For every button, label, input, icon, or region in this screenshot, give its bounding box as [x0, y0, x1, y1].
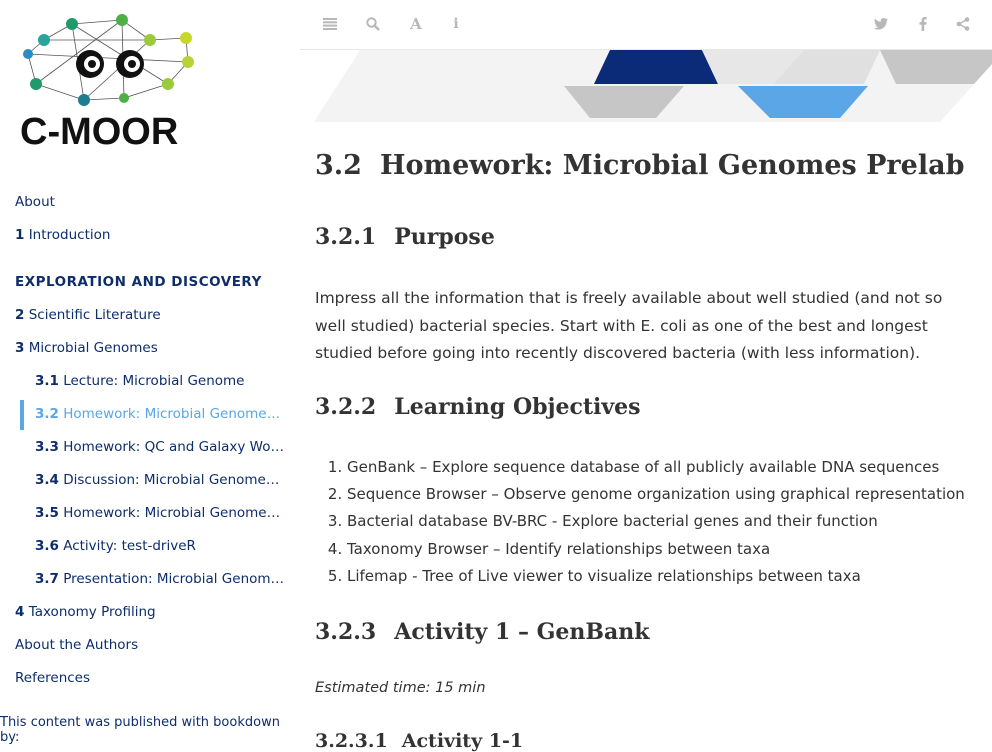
list-item: GenBank – Explore sequence database of a…: [347, 454, 992, 481]
subsection-heading: 3.2.3.1 Activity 1-1: [315, 730, 524, 752]
sidebar-item-homework-microbial-genomes-pr[interactable]: 3.2 Homework: Microbial Genomes Pr...: [0, 400, 285, 433]
info-icon[interactable]: i: [446, 14, 466, 34]
sidebar-item-references[interactable]: References: [0, 664, 285, 697]
sidebar-item-activity-test-driver[interactable]: 3.6 Activity: test-driveR: [0, 532, 285, 565]
header-banner: [314, 50, 992, 122]
list-item: Sequence Browser – Observe genome organi…: [347, 481, 992, 508]
list-item: Bacterial database BV-BRC - Explore bact…: [347, 508, 992, 535]
purpose-text: Impress all the information that is free…: [315, 289, 943, 362]
toc-number: 4: [15, 604, 25, 620]
sidebar-item-homework-microbial-genomes-pr[interactable]: 3.5 Homework: Microbial Genomes Pr...: [0, 499, 285, 532]
sidebar-item-microbial-genomes[interactable]: 3 Microbial Genomes: [0, 334, 285, 367]
toc-number: 3.5: [35, 505, 59, 521]
sidebar-item-about-the-authors[interactable]: About the Authors: [0, 631, 285, 664]
activity-heading: 3.2.3 Activity 1 – GenBank: [315, 619, 650, 645]
objectives-heading: 3.2.2 Learning Objectives: [315, 394, 641, 420]
toc-label: Lecture: Microbial Genome: [63, 373, 245, 389]
sidebar-item-discussion-microbial-genomes-p[interactable]: 3.4 Discussion: Microbial Genomes P...: [0, 466, 285, 499]
toc-number: 3.1: [35, 373, 59, 389]
font-icon[interactable]: A: [406, 14, 426, 34]
twitter-icon[interactable]: [871, 14, 891, 34]
purpose-heading: 3.2.1 Purpose: [315, 224, 495, 250]
sidebar-item-presentation-microbial-genomes[interactable]: 3.7 Presentation: Microbial Genomes ...: [0, 565, 285, 598]
toc-label: Homework: QC and Galaxy Workfl...: [63, 439, 285, 455]
sidebar-item-about[interactable]: About: [0, 188, 285, 221]
toc-label: Discussion: Microbial Genomes P...: [63, 472, 285, 488]
toc-label: About: [15, 194, 55, 210]
sidebar: C-MOOR About 1 Introduction EXPLORATION AN…: [0, 0, 300, 744]
sidebar-item-introduction[interactable]: 1 Introduction: [0, 221, 285, 254]
toc-label: Homework: Microbial Genomes Pr...: [63, 406, 285, 422]
sidebar-item-lecture-microbial-genome[interactable]: 3.1 Lecture: Microbial Genome: [0, 367, 285, 400]
toc-label: Microbial Genomes: [28, 340, 158, 356]
toc-number: 3.3: [35, 439, 59, 455]
toc-label: Homework: Microbial Genomes Pr...: [63, 505, 285, 521]
toc-number: 3.6: [35, 538, 59, 554]
svg-text:C-MOOR: C-MOOR: [20, 111, 178, 152]
toc-label: About the Authors: [15, 637, 139, 653]
toolbar: A i: [300, 0, 992, 50]
sidebar-item-homework-qc-and-galaxy-workfl[interactable]: 3.3 Homework: QC and Galaxy Workfl...: [0, 433, 285, 466]
sidebar-item-scientific-literature[interactable]: 2 Scientific Literature: [0, 301, 285, 334]
toc-label: Activity: test-driveR: [63, 538, 196, 554]
toc-label: Scientific Literature: [28, 307, 161, 323]
toc-label: References: [15, 670, 91, 686]
toc-number: 1: [15, 227, 25, 243]
toc-number: 2: [15, 307, 25, 323]
published-with-text: This content was published with bookdown…: [0, 715, 280, 744]
page-title: 3.2 Homework: Microbial Genomes Prelab: [315, 150, 965, 181]
c-moor-logo[interactable]: C-MOOR: [18, 12, 208, 152]
toc-number: 3.7: [35, 571, 59, 587]
list-item: Lifemap - Tree of Live viewer to visuali…: [347, 563, 992, 590]
list-item: Taxonomy Browser – Identify relationship…: [347, 536, 992, 563]
toc-part-header: EXPLORATION AND DISCOVERY: [0, 268, 300, 301]
sidebar-item-taxonomy-profiling[interactable]: 4 Taxonomy Profiling: [0, 598, 285, 631]
toc-label: EXPLORATION AND DISCOVERY: [15, 274, 262, 290]
toc-number: 3: [15, 340, 25, 356]
objectives-list: GenBank – Explore sequence database of a…: [315, 454, 992, 590]
toc-label: Taxonomy Profiling: [28, 604, 156, 620]
facebook-icon[interactable]: [913, 14, 933, 34]
share-icon[interactable]: [953, 14, 973, 34]
table-of-contents: About 1 Introduction EXPLORATION AND DISCO…: [0, 188, 300, 697]
search-icon[interactable]: [363, 14, 383, 34]
toc-number: 3.2: [35, 406, 59, 422]
toc-number: 3.4: [35, 472, 59, 488]
toc-label: Introduction: [28, 227, 111, 243]
estimated-time: Estimated time: 15 min: [315, 680, 486, 696]
toc-label: Presentation: Microbial Genomes ...: [63, 571, 285, 587]
menu-icon[interactable]: [320, 14, 340, 34]
